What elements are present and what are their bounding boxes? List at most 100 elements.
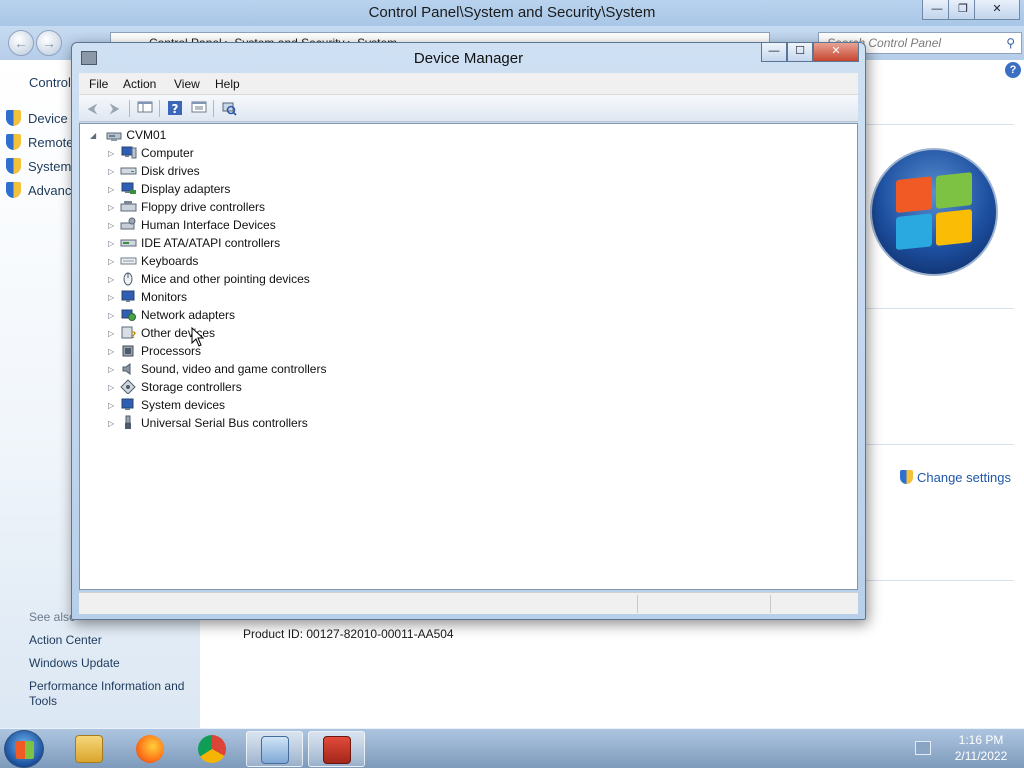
- scan-hardware-changes-icon[interactable]: [220, 100, 237, 117]
- expand-arrow-icon[interactable]: ▷: [108, 343, 117, 361]
- minimize-button[interactable]: —: [761, 43, 787, 62]
- expand-arrow-icon[interactable]: ▷: [108, 163, 117, 181]
- taskbar-firefox[interactable]: [122, 731, 179, 767]
- floppy-controller-icon: [120, 199, 137, 213]
- ide-controller-icon: [120, 235, 137, 249]
- properties-icon[interactable]: [190, 100, 207, 117]
- action-center-link[interactable]: Action Center: [29, 633, 199, 648]
- tree-category-floppy-controller[interactable]: ▷ Floppy drive controllers: [108, 198, 265, 216]
- toolbar-separator: [213, 100, 214, 117]
- sidebar-item-remote[interactable]: Remote: [6, 134, 74, 150]
- network-adapter-icon: [120, 307, 136, 321]
- collapse-arrow-icon[interactable]: ◢: [90, 127, 99, 145]
- expand-arrow-icon[interactable]: ▷: [108, 379, 117, 397]
- clock-time[interactable]: 1:16 PM: [945, 733, 1017, 747]
- taskbar-chrome[interactable]: [184, 731, 241, 767]
- show-hide-console-tree-icon[interactable]: [136, 100, 153, 117]
- tree-category-hid[interactable]: ▷ Human Interface Devices: [108, 216, 276, 234]
- device-tree[interactable]: ◢ CVM01 ▷ Computer ▷ Disk drives ▷ Display ad…: [79, 123, 858, 590]
- back-icon[interactable]: ←: [8, 30, 34, 56]
- tree-category-computer[interactable]: ▷ Computer: [108, 144, 194, 162]
- expand-arrow-icon[interactable]: ▷: [108, 253, 117, 271]
- tree-category-ide-controller[interactable]: ▷ IDE ATA/ATAPI controllers: [108, 234, 280, 252]
- hid-icon: [120, 217, 136, 231]
- expand-arrow-icon[interactable]: ▷: [108, 235, 117, 253]
- tree-category-disk-drive[interactable]: ▷ Disk drives: [108, 162, 200, 180]
- device-manager-titlebar[interactable]: Device Manager — ☐ ✕: [72, 43, 865, 73]
- sidebar-item-advanced[interactable]: Advanc: [6, 182, 71, 198]
- tree-category-system-devices[interactable]: ▷ System devices: [108, 396, 225, 414]
- search-icon[interactable]: ⚲: [1006, 33, 1015, 53]
- taskbar-file-explorer[interactable]: [61, 731, 118, 767]
- keyboard-icon: [120, 253, 137, 267]
- expand-arrow-icon[interactable]: ▷: [108, 199, 117, 217]
- category-label: Storage controllers: [141, 380, 242, 394]
- mouse-icon: [120, 271, 136, 286]
- computer-icon: [120, 145, 137, 159]
- expand-arrow-icon[interactable]: ▷: [108, 307, 117, 325]
- category-label: System devices: [141, 398, 226, 412]
- tree-category-keyboard[interactable]: ▷ Keyboards: [108, 252, 198, 270]
- toolbar: ⮜ ⮞ ?: [79, 95, 858, 122]
- tree-category-usb[interactable]: ▷ Universal Serial Bus controllers: [108, 414, 308, 432]
- divider: [864, 308, 1014, 309]
- back-arrow-icon[interactable]: ⮜: [84, 100, 101, 117]
- tree-category-processor[interactable]: ▷ Processors: [108, 342, 201, 360]
- menu-help[interactable]: Help: [215, 77, 240, 91]
- expand-arrow-icon[interactable]: ▷: [108, 415, 117, 433]
- category-label: Floppy drive controllers: [141, 200, 266, 214]
- expand-arrow-icon[interactable]: ▷: [108, 217, 117, 235]
- menu-action[interactable]: Action: [123, 77, 156, 91]
- expand-arrow-icon[interactable]: ▷: [108, 145, 117, 163]
- expand-arrow-icon[interactable]: ▷: [108, 397, 117, 415]
- windows-update-link[interactable]: Windows Update: [29, 656, 199, 671]
- maximize-button[interactable]: ☐: [787, 43, 813, 62]
- start-button[interactable]: [4, 730, 44, 768]
- tree-category-mouse[interactable]: ▷ Mice and other pointing devices: [108, 270, 310, 288]
- performance-info-link[interactable]: Performance Information and Tools: [29, 679, 199, 709]
- change-settings-link[interactable]: Change settings: [900, 470, 1011, 485]
- sidebar-item-system-protection[interactable]: System: [6, 158, 71, 174]
- windows-logo: [870, 148, 998, 276]
- help-icon[interactable]: ?: [166, 100, 183, 117]
- monitor-icon: [120, 289, 136, 303]
- tree-category-monitor[interactable]: ▷ Monitors: [108, 288, 187, 306]
- network-tray-icon[interactable]: [915, 741, 931, 755]
- toolbar-separator: [129, 100, 130, 117]
- close-button[interactable]: ✕: [974, 0, 1020, 20]
- root-label: CVM01: [126, 128, 167, 142]
- chrome-icon: [198, 735, 226, 763]
- close-button[interactable]: ✕: [813, 43, 859, 62]
- menu-view[interactable]: View: [174, 77, 200, 91]
- control-panel-home-link[interactable]: Control: [29, 75, 71, 90]
- taskbar-control-panel[interactable]: [246, 731, 303, 767]
- control-panel-icon: [261, 736, 289, 764]
- expand-arrow-icon[interactable]: ▷: [108, 361, 117, 379]
- help-icon[interactable]: ?: [1005, 62, 1021, 78]
- tree-category-storage-controller[interactable]: ▷ Storage controllers: [108, 378, 242, 396]
- device-manager-toolbox-icon: [323, 736, 351, 764]
- divider: [864, 444, 1014, 445]
- expand-arrow-icon[interactable]: ▷: [108, 325, 117, 343]
- clock-date[interactable]: 2/11/2022: [945, 749, 1017, 763]
- expand-arrow-icon[interactable]: ▷: [108, 181, 117, 199]
- divider: [864, 124, 1014, 125]
- product-id-text: Product ID: 00127-82010-00011-AA504: [243, 627, 454, 641]
- toolbar-separator: [159, 100, 160, 117]
- category-label: Computer: [141, 146, 194, 160]
- taskbar-device-manager[interactable]: [308, 731, 365, 767]
- forward-icon[interactable]: →: [36, 30, 62, 56]
- expand-arrow-icon[interactable]: ▷: [108, 289, 117, 307]
- forward-arrow-icon[interactable]: ⮞: [106, 100, 123, 117]
- sound-icon: [120, 361, 136, 375]
- tree-category-network-adapter[interactable]: ▷ Network adapters: [108, 306, 235, 324]
- tree-category-sound[interactable]: ▷ Sound, video and game controllers: [108, 360, 326, 378]
- category-label: Mice and other pointing devices: [141, 272, 310, 286]
- status-bar: [79, 592, 858, 614]
- expand-arrow-icon[interactable]: ▷: [108, 271, 117, 289]
- menu-file[interactable]: File: [89, 77, 108, 91]
- control-panel-titlebar[interactable]: Control Panel\System and Security\System…: [0, 0, 1024, 26]
- tree-root[interactable]: ◢ CVM01: [90, 126, 166, 144]
- tree-category-display-adapter[interactable]: ▷ Display adapters: [108, 180, 230, 198]
- shield-icon: [6, 182, 21, 198]
